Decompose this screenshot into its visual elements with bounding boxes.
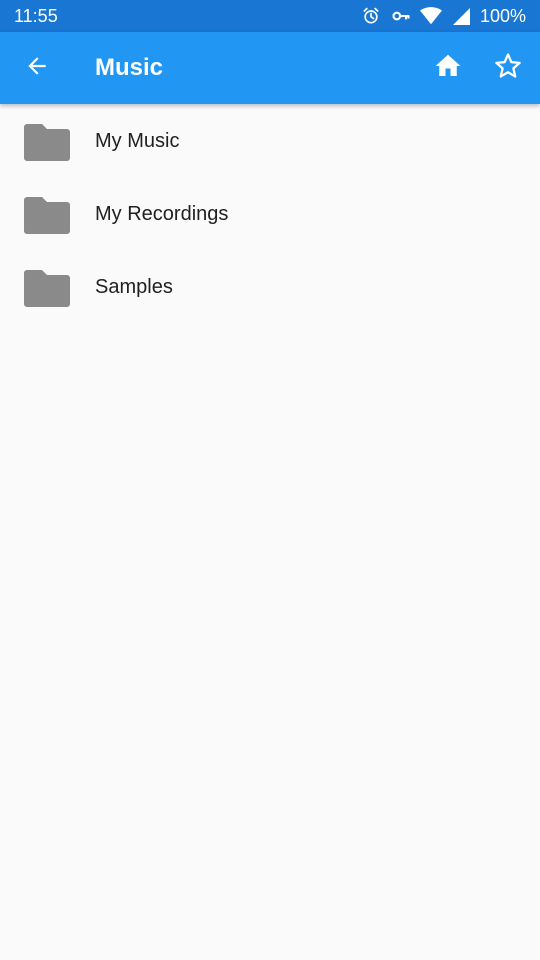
status-bar: 11:55 100% — [0, 0, 540, 32]
list-item[interactable]: Samples — [0, 251, 540, 324]
folder-name: My Music — [95, 130, 180, 152]
home-icon — [433, 51, 463, 86]
alarm-icon — [360, 5, 382, 27]
list-item[interactable]: My Recordings — [0, 178, 540, 251]
back-button[interactable] — [1, 32, 73, 104]
arrow-back-icon — [24, 53, 50, 84]
folder-icon — [24, 269, 70, 307]
battery-level: 100% — [479, 5, 526, 26]
status-icons: 100% — [360, 5, 526, 27]
signal-icon — [450, 5, 472, 27]
list-item[interactable]: My Music — [0, 105, 540, 178]
home-button[interactable] — [418, 32, 478, 104]
wifi-icon — [419, 5, 442, 27]
vpn-key-icon — [390, 5, 412, 27]
app-bar: Music — [0, 32, 540, 104]
star-outline-icon — [493, 51, 523, 86]
folder-list: My Music My Recordings Samples — [0, 105, 540, 324]
folder-name: My Recordings — [95, 203, 229, 225]
page-title: Music — [95, 54, 164, 81]
folder-icon — [24, 196, 70, 234]
status-time: 11:55 — [14, 5, 58, 26]
folder-name: Samples — [95, 276, 173, 298]
favorite-button[interactable] — [478, 32, 538, 104]
folder-icon — [24, 123, 70, 161]
